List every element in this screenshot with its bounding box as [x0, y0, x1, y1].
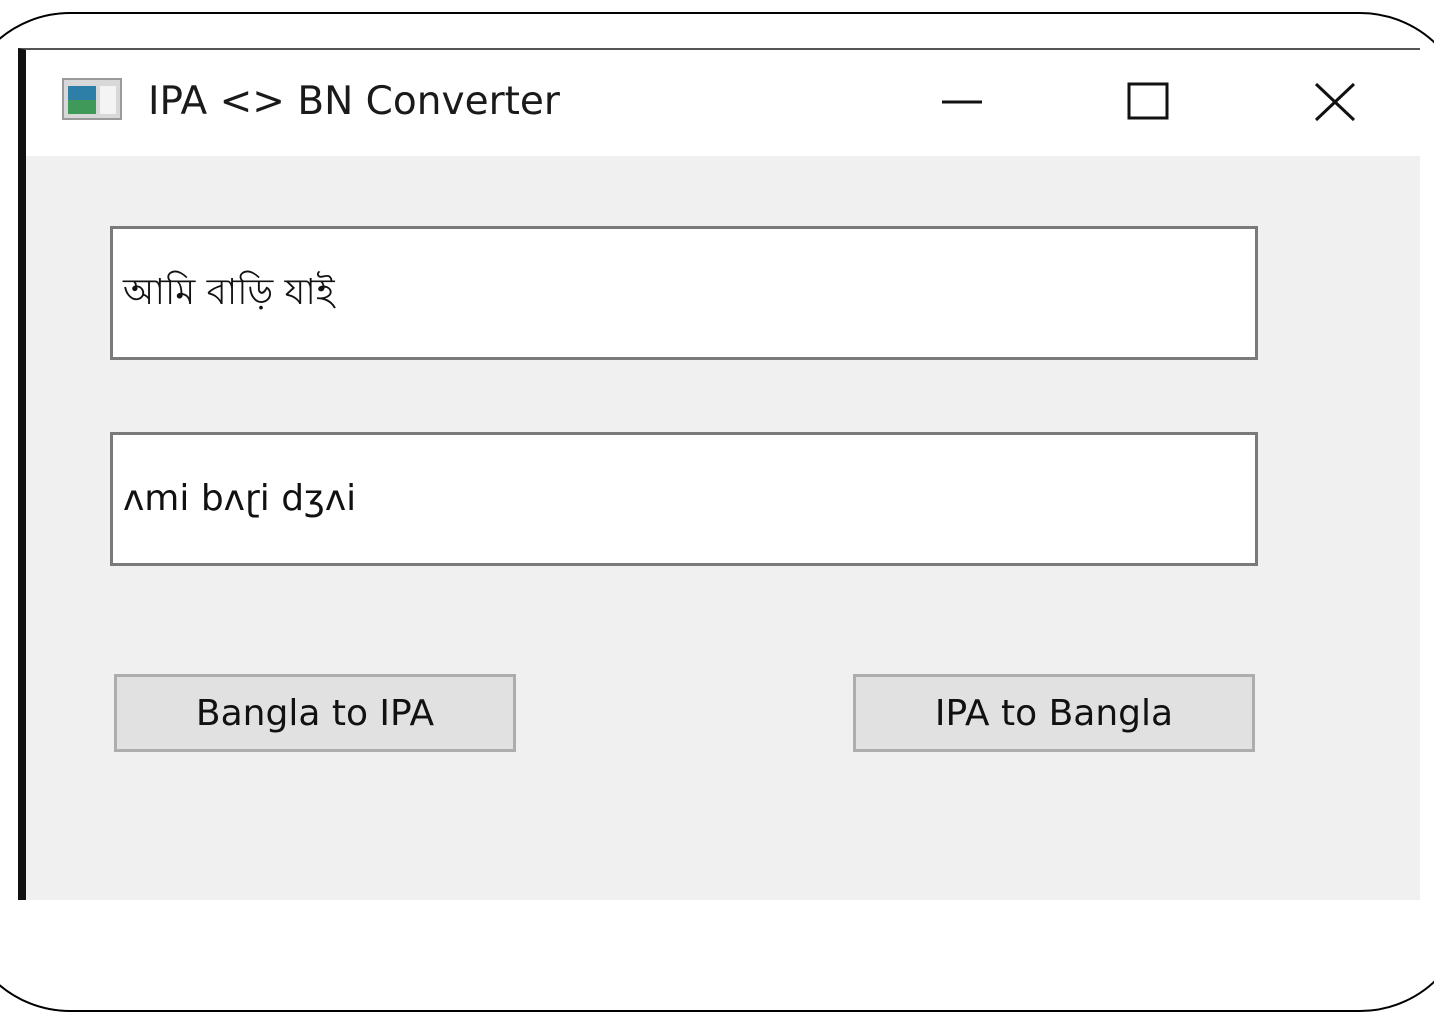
bangla-to-ipa-button[interactable]: Bangla to IPA	[114, 674, 516, 752]
bangla-input[interactable]: আমি বাড়ি যাই	[110, 226, 1258, 360]
maximize-icon	[1106, 82, 1196, 138]
client-area: আমি বাড়ি যাই ʌmi bʌɽi dʒʌi Bangla to IP…	[26, 156, 1420, 900]
title-bar[interactable]: IPA <> BN Converter	[26, 50, 1420, 156]
close-button[interactable]	[1288, 68, 1378, 134]
close-icon	[1288, 82, 1378, 138]
minimize-button[interactable]	[916, 68, 1006, 134]
ipa-input[interactable]: ʌmi bʌɽi dʒʌi	[110, 432, 1258, 566]
maximize-button[interactable]	[1106, 68, 1196, 134]
app-window-icon	[62, 78, 122, 120]
minimize-icon	[916, 100, 1006, 138]
window-title: IPA <> BN Converter	[148, 79, 560, 124]
ipa-to-bangla-button[interactable]: IPA to Bangla	[853, 674, 1255, 752]
app-window: IPA <> BN Converter আমি বাড়ি যাই ʌmi bʌ…	[18, 48, 1420, 900]
